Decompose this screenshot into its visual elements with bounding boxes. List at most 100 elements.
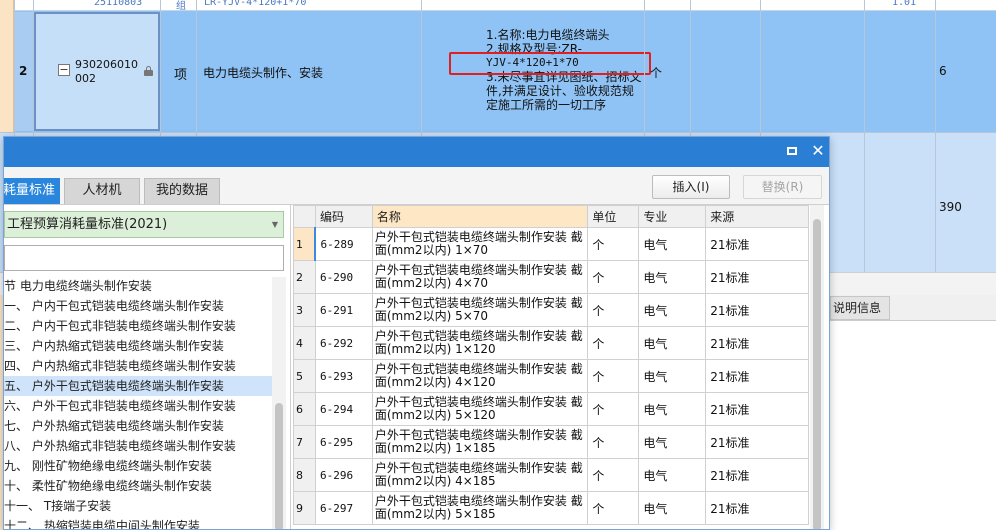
- row-index: 8: [293, 458, 316, 492]
- row-major: 电气: [638, 425, 707, 459]
- tree-item[interactable]: 一、 户内干包式铠装电缆终端头制作安装: [4, 296, 272, 316]
- row-code: 6-297: [314, 491, 373, 525]
- tree-filter-input[interactable]: [4, 245, 284, 271]
- col-header-major[interactable]: 专业: [638, 205, 707, 228]
- row-code: 6-296: [314, 458, 373, 492]
- row-code: 6-294: [314, 392, 373, 426]
- row-name: 户外干包式铠装电缆终端头制作安装 截面(mm2以内) 4×70: [371, 260, 589, 294]
- col-header-code[interactable]: 编码: [314, 205, 373, 228]
- row-source: 21标准: [705, 458, 809, 492]
- row-source: 21标准: [705, 227, 809, 261]
- tree-item[interactable]: 七、 户外热缩式铠装电缆终端头制作安装: [4, 416, 272, 436]
- col-header-source[interactable]: 来源: [705, 205, 809, 228]
- tab-my-data[interactable]: 我的数据: [144, 178, 220, 204]
- row-name: 户外干包式铠装电缆终端头制作安装 截面(mm2以内) 4×120: [371, 359, 589, 393]
- tree-scrollbar[interactable]: [272, 277, 286, 529]
- dialog-tabbar: 耗量标准 人材机 我的数据 插入(I) 替换(R): [4, 167, 829, 205]
- row-major: 电气: [638, 458, 707, 492]
- tree-item-selected[interactable]: 五、 户外干包式铠装电缆终端头制作安装: [4, 376, 272, 396]
- row-unit: 个: [587, 260, 640, 294]
- scrollbar-thumb[interactable]: [275, 403, 283, 529]
- table-row-top[interactable]: 25110803 组 LR-YJV-4*120+1*70 1.01: [0, 0, 996, 12]
- tree-item[interactable]: 四、 户内热缩式非铠装电缆终端头制作安装: [4, 356, 272, 376]
- row-unit: 个: [587, 491, 640, 525]
- table-row[interactable]: 3 6-291 户外干包式铠装电缆终端头制作安装 截面(mm2以内) 5×70 个电气…: [293, 293, 809, 327]
- row-index: 3: [293, 293, 316, 327]
- tree-item[interactable]: 六、 户外干包式非铠装电缆终端头制作安装: [4, 396, 272, 416]
- tab-labor-material[interactable]: 人材机: [64, 178, 140, 204]
- row-name-line2: 面(mm2以内) 5×120: [374, 408, 496, 422]
- row-name: 户外干包式铠装电缆终端头制作安装 截面(mm2以内) 1×120: [371, 326, 589, 360]
- grid-line: [0, 132, 996, 133]
- insert-button[interactable]: 插入(I): [652, 175, 730, 199]
- row-unit: 个: [587, 293, 640, 327]
- dialog-titlebar[interactable]: ✕: [4, 137, 829, 167]
- table-row[interactable]: 4 6-292 户外干包式铠装电缆终端头制作安装 截面(mm2以内) 1×120 个电…: [293, 326, 809, 360]
- grid-line: [864, 0, 865, 275]
- row-name-line2: 面(mm2以内) 1×120: [374, 342, 496, 356]
- row-index: 2: [293, 260, 316, 294]
- row-name: 户外干包式铠装电缆终端头制作安装 截面(mm2以内) 1×185: [371, 425, 589, 459]
- grid-scrollbar[interactable]: [810, 205, 824, 529]
- row-major: 电气: [638, 260, 707, 294]
- top-row-code: 25110803: [94, 0, 143, 8]
- row-number: 2: [19, 64, 28, 78]
- row-code: 6-292: [314, 326, 373, 360]
- standard-select-value: 工程预算消耗量标准(2021): [7, 217, 168, 232]
- replace-button[interactable]: 替换(R): [743, 175, 822, 199]
- table-row[interactable]: 6 6-294 户外干包式铠装电缆终端头制作安装 截面(mm2以内) 5×120 个电…: [293, 392, 809, 426]
- row-name: 户外干包式铠装电缆终端头制作安装 截面(mm2以内) 5×70: [371, 293, 589, 327]
- row-index: 9: [293, 491, 316, 525]
- table-row[interactable]: 7 6-295 户外干包式铠装电缆终端头制作安装 截面(mm2以内) 1×185 个电…: [293, 425, 809, 459]
- row-source: 21标准: [705, 491, 809, 525]
- row-name-line2: 面(mm2以内) 5×70: [374, 309, 489, 323]
- row-code: 6-290: [314, 260, 373, 294]
- row-source: 21标准: [705, 359, 809, 393]
- row3-qty: 390: [939, 200, 962, 214]
- row-code: 6-295: [314, 425, 373, 459]
- tree-item[interactable]: 节 电力电缆终端头制作安装: [4, 276, 272, 296]
- row-code: 6-293: [314, 359, 373, 393]
- item-code: 930206010002: [75, 58, 138, 85]
- row-name-line2: 面(mm2以内) 4×120: [374, 375, 496, 389]
- tree-item[interactable]: 九、 刚性矿物绝缘电缆终端头制作安装: [4, 456, 272, 476]
- tree-item[interactable]: 八、 户外热缩式非铠装电缆终端头制作安装: [4, 436, 272, 456]
- tab-explain-info[interactable]: 说明信息: [830, 296, 890, 320]
- grid-line: [935, 0, 936, 275]
- tree-item[interactable]: 十一、 T接端子安装: [4, 496, 272, 516]
- row-index: 7: [293, 425, 316, 459]
- table-row[interactable]: 9 6-297 户外干包式铠装电缆终端头制作安装 截面(mm2以内) 5×185 个电…: [293, 491, 809, 525]
- row-name-line2: 面(mm2以内) 1×70: [374, 243, 489, 257]
- top-row-qty: 1.01: [892, 0, 917, 8]
- table-row[interactable]: 1 6-289 户外干包式铠装电缆终端头制作安装 截面(mm2以内) 1×70 个电气…: [293, 227, 809, 261]
- table-row[interactable]: 5 6-293 户外干包式铠装电缆终端头制作安装 截面(mm2以内) 4×120 个电…: [293, 359, 809, 393]
- item-name: 电力电缆头制作、安装: [203, 66, 324, 80]
- standard-select[interactable]: 工程预算消耗量标准(2021) ▼: [4, 211, 284, 238]
- row-source: 21标准: [705, 392, 809, 426]
- table-row[interactable]: 8 6-296 户外干包式铠装电缆终端头制作安装 截面(mm2以内) 4×185 个电…: [293, 458, 809, 492]
- row-source: 21标准: [705, 260, 809, 294]
- row-source: 21标准: [705, 293, 809, 327]
- tree-item[interactable]: 十二、 热缩铠装电缆中间头制作安装: [4, 516, 272, 529]
- close-icon[interactable]: ✕: [810, 143, 826, 159]
- row-major: 电气: [638, 491, 707, 525]
- table-row[interactable]: 2 6-290 户外干包式铠装电缆终端头制作安装 截面(mm2以内) 4×70 个电气…: [293, 260, 809, 294]
- row-major: 电气: [638, 293, 707, 327]
- row-name-line2: 面(mm2以内) 4×70: [374, 276, 489, 290]
- tab-consumption-standard[interactable]: 耗量标准: [4, 178, 60, 204]
- row-code: 6-291: [314, 293, 373, 327]
- maximize-icon[interactable]: [784, 143, 800, 159]
- standard-tree-pane: 工程预算消耗量标准(2021) ▼ 节 电力电缆终端头制作安装 一、 户内干包式…: [4, 205, 291, 529]
- scrollbar-thumb[interactable]: [813, 219, 821, 529]
- tree-item[interactable]: 二、 户内干包式非铠装电缆终端头制作安装: [4, 316, 272, 336]
- tree-item[interactable]: 三、 户内热缩式铠装电缆终端头制作安装: [4, 336, 272, 356]
- row-code: 6-289: [314, 227, 373, 261]
- col-header-name[interactable]: 名称: [371, 205, 589, 228]
- collapse-icon[interactable]: −: [58, 64, 70, 76]
- row-major: 电气: [638, 392, 707, 426]
- row-name: 户外干包式铠装电缆终端头制作安装 截面(mm2以内) 4×185: [371, 458, 589, 492]
- chevron-down-icon[interactable]: ▼: [272, 212, 278, 237]
- tree-item[interactable]: 十、 柔性矿物绝缘电缆终端头制作安装: [4, 476, 272, 496]
- col-header-unit[interactable]: 单位: [587, 205, 640, 228]
- quota-table: 编码 名称 单位 专业 来源 1 6-289 户外干包式铠装电缆终端头制作安装 截面…: [293, 205, 809, 525]
